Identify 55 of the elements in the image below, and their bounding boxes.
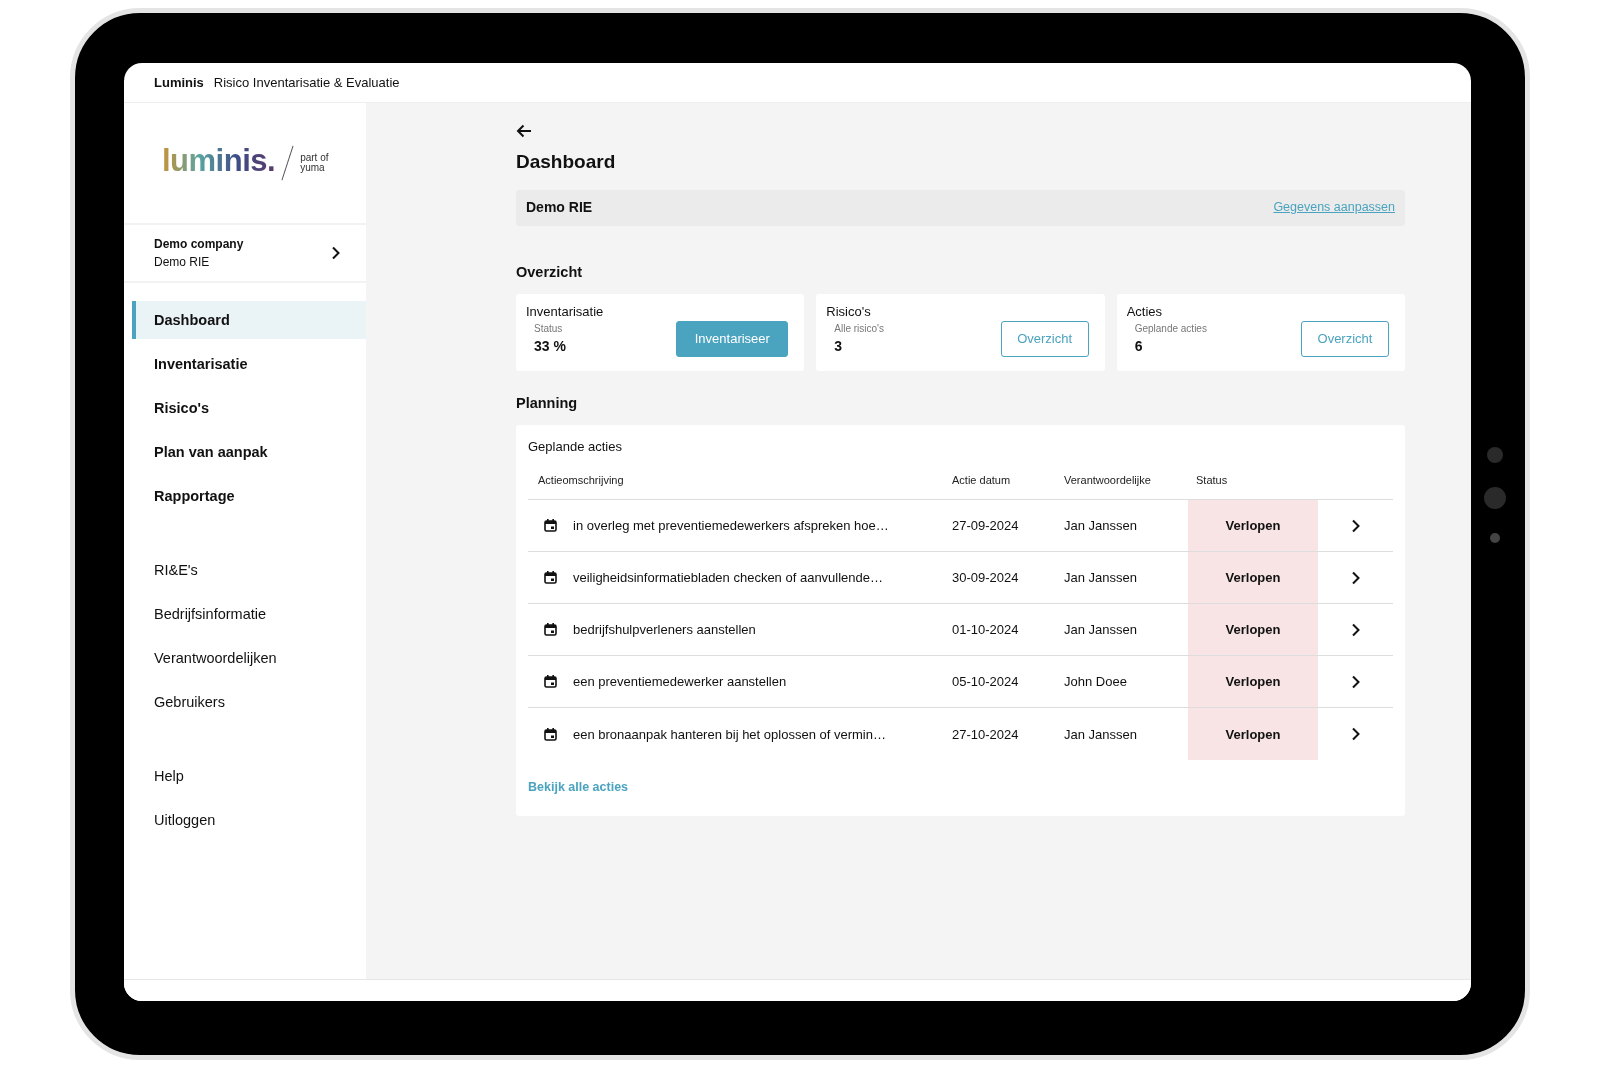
- app-title: Risico Inventarisatie & Evaluatie: [213, 73, 400, 92]
- nav-item[interactable]: Help: [132, 757, 366, 795]
- page-title: Dashboard: [516, 151, 617, 174]
- metric-value: 6: [1134, 337, 1144, 357]
- column-header: Status: [1195, 472, 1229, 488]
- logo-tagline: yuma: [300, 163, 326, 173]
- nav-item[interactable]: Plan van aanpak: [132, 433, 366, 471]
- table-cell-text: Jan Janssen: [1064, 725, 1138, 744]
- column-header: Actie datum: [952, 472, 1012, 488]
- status-cell: Verlopen: [1188, 604, 1318, 656]
- nav-item[interactable]: Uitloggen: [132, 801, 366, 839]
- table-cell-text: in overleg met preventiemedewerkers afspreken hoe…: [573, 517, 890, 536]
- metric-value: 3: [834, 337, 844, 357]
- nav-item[interactable]: Verantwoordelijken: [132, 639, 366, 677]
- table-cell-text: 30-09-2024: [952, 569, 1020, 588]
- column-header: Actieomschrijving: [537, 472, 625, 488]
- metric-value: 33 %: [534, 337, 566, 357]
- nav-item[interactable]: RI&E's: [132, 551, 366, 589]
- nav-item[interactable]: Gebruikers: [132, 683, 366, 721]
- nav-item[interactable]: Dashboard: [132, 301, 366, 339]
- nav-item[interactable]: Rapportage: [132, 477, 366, 515]
- metric-label: Status: [534, 322, 564, 337]
- table-cell-text: 05-10-2024: [952, 673, 1020, 692]
- table-cell-text: John Doee: [1064, 673, 1128, 692]
- card-title: Geplande acties: [528, 437, 623, 456]
- status-cell: Verlopen: [1188, 552, 1318, 604]
- status-cell: Verlopen: [1188, 500, 1318, 552]
- table-cell-text: 01-10-2024: [952, 621, 1020, 640]
- nav-item[interactable]: Risico's: [132, 389, 366, 427]
- section-heading: Planning: [516, 394, 579, 414]
- table-cell-text: 27-10-2024: [952, 725, 1020, 744]
- table-cell-text: bedrijfshulpverleners aanstellen: [573, 621, 757, 640]
- table-cell-text: een preventiemedewerker aanstellen: [573, 673, 788, 692]
- status-cell: Verlopen: [1188, 708, 1318, 761]
- status-cell: Verlopen: [1188, 656, 1318, 708]
- app-brand: Luminis: [154, 73, 204, 92]
- metric-label: Geplande acties: [1134, 322, 1207, 337]
- nav-item[interactable]: Inventarisatie: [132, 345, 366, 383]
- card-title: Risico's: [826, 302, 872, 321]
- project-title: Demo RIE: [526, 198, 593, 218]
- table-cell-text: veiligheidsinformatiebladen checken of aanvullende…: [573, 569, 885, 588]
- nav-item[interactable]: Bedrijfsinformatie: [132, 595, 366, 633]
- table-cell-text: Jan Janssen: [1064, 569, 1138, 588]
- section-heading: Overzicht: [516, 262, 584, 282]
- table-cell-text: Jan Janssen: [1064, 517, 1138, 536]
- company-name: Demo company: [154, 236, 244, 253]
- table-cell-text: een bronaanpak hanteren bij het oplossen of vermin…: [573, 725, 887, 744]
- metric-label: Alle risico's: [834, 322, 885, 337]
- logo-tagline: part of: [300, 153, 329, 163]
- table-cell-text: 27-09-2024: [952, 517, 1020, 536]
- card-title: Inventarisatie: [526, 302, 605, 321]
- table-cell-text: Jan Janssen: [1064, 621, 1138, 640]
- column-header: Verantwoordelijke: [1064, 472, 1152, 488]
- project-name: Demo RIE: [154, 254, 211, 271]
- card-title: Acties: [1126, 302, 1164, 321]
